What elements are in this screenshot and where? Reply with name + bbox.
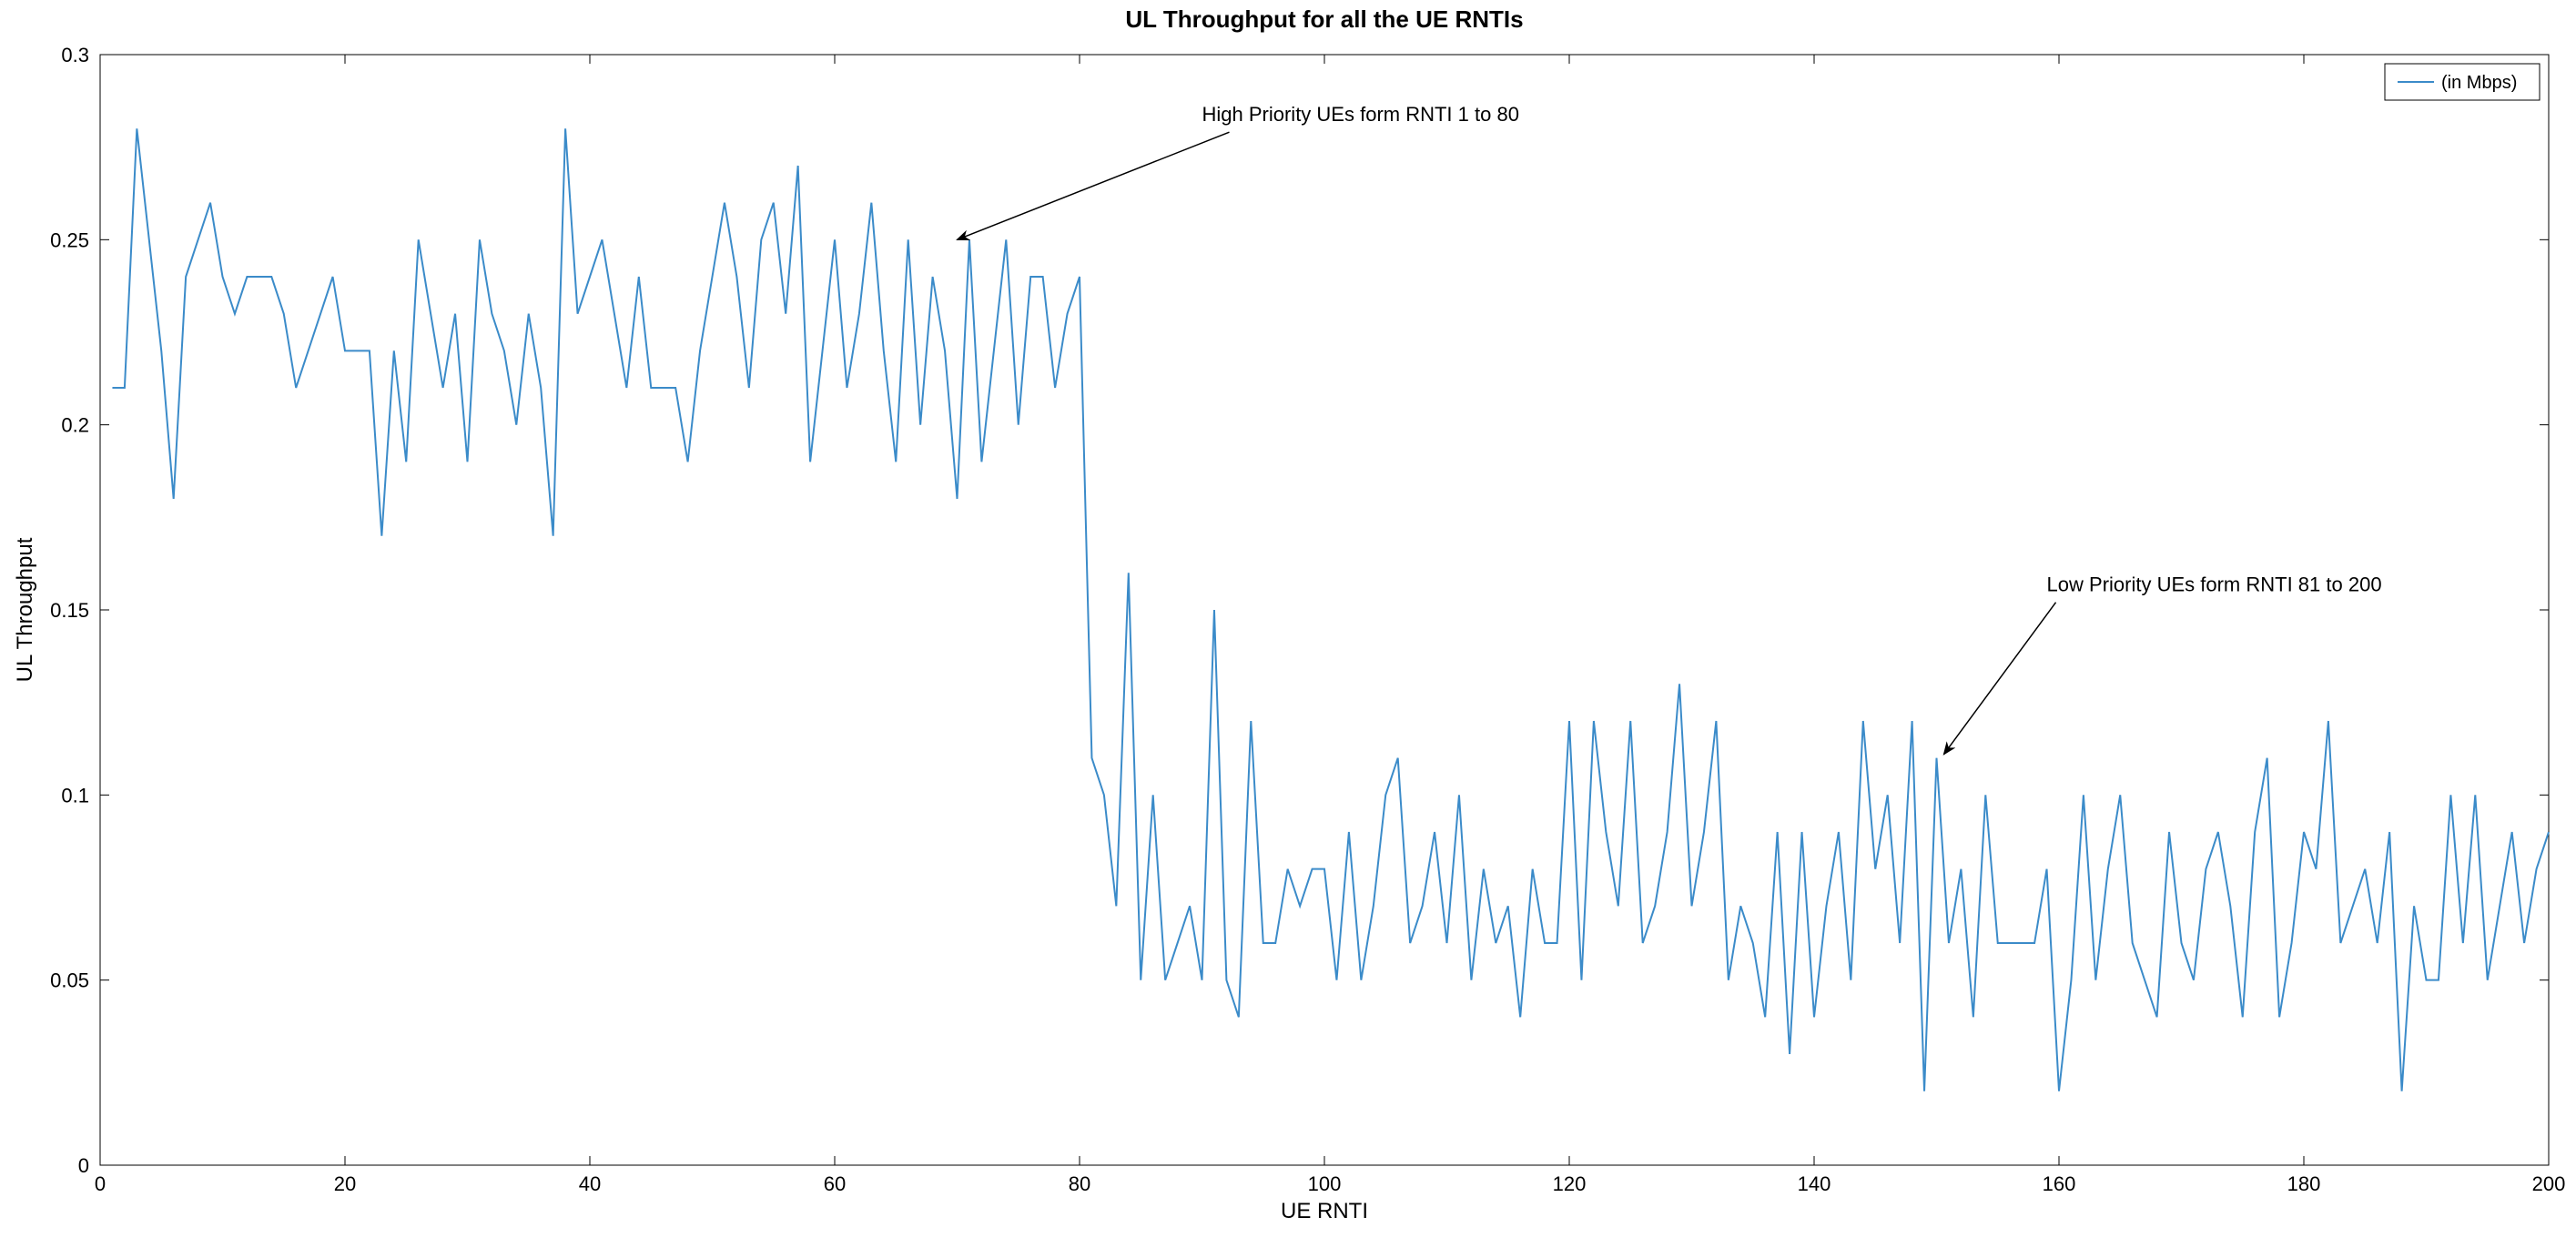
y-tick-label: 0.25 (50, 228, 89, 251)
x-tick-label: 140 (1798, 1172, 1831, 1195)
annotation-arrow (958, 132, 1230, 239)
annotation-low-priority: Low Priority UEs form RNTI 81 to 200 (2047, 573, 2382, 596)
chart-container: 0 20 40 60 80 100 120 140 160 180 200 0 0.05 0.1 0.15 0… (0, 0, 2576, 1238)
annotation-arrow (1944, 603, 2056, 755)
x-tick-label: 0 (95, 1172, 106, 1195)
x-tick-label: 200 (2532, 1172, 2566, 1195)
x-tick-label: 60 (824, 1172, 846, 1195)
y-tick-label: 0.15 (50, 599, 89, 622)
annotation-high-priority: High Priority UEs form RNTI 1 to 80 (1202, 103, 1519, 126)
y-tick-label: 0.05 (50, 969, 89, 992)
y-tick-label: 0.1 (61, 784, 89, 807)
x-axis-label: UE RNTI (1281, 1199, 1368, 1223)
legend-label: (in Mbps) (2441, 73, 2517, 93)
plot-area (100, 55, 2549, 1165)
data-series-line (112, 128, 2549, 1091)
chart-title: UL Throughput for all the UE RNTIs (1125, 5, 1523, 33)
x-tick-label: 120 (1553, 1172, 1587, 1195)
x-tick-label: 20 (334, 1172, 356, 1195)
x-tick-label: 40 (579, 1172, 601, 1195)
y-tick-label: 0.2 (61, 414, 89, 437)
x-tick-label: 180 (2287, 1172, 2321, 1195)
y-tick-label: 0.3 (61, 44, 89, 66)
y-axis-label: UL Throughput (13, 537, 37, 682)
y-tick-label: 0 (78, 1154, 89, 1177)
chart-svg: 0 20 40 60 80 100 120 140 160 180 200 0 0.05 0.1 0.15 0… (0, 0, 2576, 1238)
x-tick-label: 80 (1069, 1172, 1090, 1195)
x-tick-label: 160 (2043, 1172, 2076, 1195)
x-tick-label: 100 (1308, 1172, 1342, 1195)
